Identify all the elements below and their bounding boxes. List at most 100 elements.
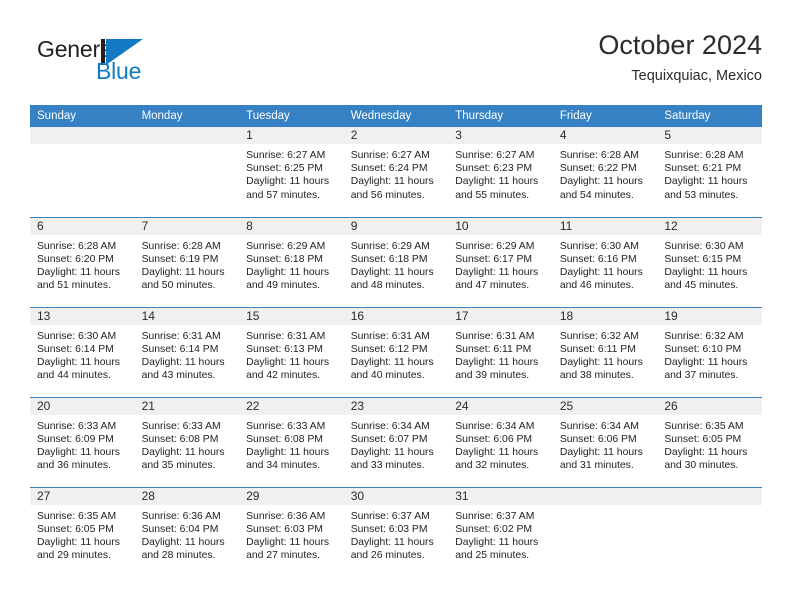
calendar-day-cell[interactable]: 28 Sunrise: 6:36 AM Sunset: 6:04 PM Dayl… [134, 486, 240, 577]
day-details: Sunrise: 6:27 AM Sunset: 6:23 PM Dayligh… [448, 144, 553, 202]
daylight-text-line1: Daylight: 11 hours [37, 446, 120, 458]
sunrise-text: Sunrise: 6:37 AM [455, 510, 535, 522]
daylight-text-line1: Daylight: 11 hours [455, 536, 539, 548]
calendar-day-cell[interactable]: 17 Sunrise: 6:31 AM Sunset: 6:11 PM Dayl… [448, 306, 553, 397]
daylight-text-line1: Daylight: 11 hours [350, 536, 434, 548]
weekday-header-saturday: Saturday [657, 105, 762, 127]
weekday-header-sunday: Sunday [30, 105, 135, 127]
sunrise-text: Sunrise: 6:32 AM [664, 330, 744, 342]
weekday-header-tuesday: Tuesday [239, 105, 344, 127]
calendar-day-cell[interactable]: 27 Sunrise: 6:35 AM Sunset: 6:05 PM Dayl… [30, 486, 135, 577]
calendar-day-cell[interactable] [552, 486, 658, 577]
calendar-day-cell[interactable]: 7 Sunrise: 6:28 AM Sunset: 6:19 PM Dayli… [134, 216, 240, 307]
calendar-day-cell[interactable] [30, 127, 135, 217]
sunset-text: Sunset: 6:23 PM [455, 163, 533, 175]
day-number [552, 487, 658, 505]
calendar-day-cell[interactable]: 14 Sunrise: 6:31 AM Sunset: 6:14 PM Dayl… [134, 306, 240, 397]
sunset-text: Sunset: 6:18 PM [246, 253, 323, 265]
day-details: Sunrise: 6:31 AM Sunset: 6:13 PM Dayligh… [239, 325, 344, 383]
page-subtitle: Tequixquiac, Mexico [631, 68, 762, 84]
sunrise-text: Sunrise: 6:30 AM [559, 240, 639, 252]
daylight-text-line1: Daylight: 11 hours [664, 266, 748, 278]
calendar-day-cell[interactable]: 20 Sunrise: 6:33 AM Sunset: 6:09 PM Dayl… [30, 396, 135, 487]
calendar-day-cell[interactable]: 1 Sunrise: 6:27 AM Sunset: 6:25 PM Dayli… [239, 127, 344, 217]
day-details: Sunrise: 6:32 AM Sunset: 6:11 PM Dayligh… [553, 325, 658, 383]
weekday-header-row: Sunday Monday Tuesday Wednesday Thursday… [30, 105, 762, 127]
daylight-text-line2: and 43 minutes. [141, 370, 216, 382]
sunset-text: Sunset: 6:18 PM [350, 253, 428, 265]
day-details: Sunrise: 6:35 AM Sunset: 6:05 PM Dayligh… [657, 415, 762, 473]
calendar-day-cell[interactable]: 9 Sunrise: 6:29 AM Sunset: 6:18 PM Dayli… [343, 216, 449, 307]
day-details: Sunrise: 6:28 AM Sunset: 6:22 PM Dayligh… [553, 144, 658, 202]
calendar-day-cell[interactable]: 23 Sunrise: 6:34 AM Sunset: 6:07 PM Dayl… [343, 396, 449, 487]
calendar-day-cell[interactable]: 30 Sunrise: 6:37 AM Sunset: 6:03 PM Dayl… [343, 486, 449, 577]
day-details [657, 505, 762, 510]
calendar-day-cell[interactable]: 16 Sunrise: 6:31 AM Sunset: 6:12 PM Dayl… [343, 306, 449, 397]
daylight-text-line2: and 32 minutes. [455, 460, 530, 472]
calendar-day-cell[interactable] [134, 127, 240, 217]
daylight-text-line1: Daylight: 11 hours [455, 266, 539, 278]
calendar-day-cell[interactable]: 21 Sunrise: 6:33 AM Sunset: 6:08 PM Dayl… [134, 396, 240, 487]
calendar-day-cell[interactable]: 29 Sunrise: 6:36 AM Sunset: 6:03 PM Dayl… [239, 486, 344, 577]
sunset-text: Sunset: 6:24 PM [350, 163, 428, 175]
calendar-day-cell[interactable]: 13 Sunrise: 6:30 AM Sunset: 6:14 PM Dayl… [30, 306, 135, 397]
calendar-day-cell[interactable]: 31 Sunrise: 6:37 AM Sunset: 6:02 PM Dayl… [448, 486, 553, 577]
daylight-text-line2: and 55 minutes. [455, 189, 530, 201]
sunset-text: Sunset: 6:05 PM [664, 433, 742, 445]
day-details: Sunrise: 6:34 AM Sunset: 6:07 PM Dayligh… [344, 415, 449, 473]
daylight-text-line2: and 33 minutes. [350, 460, 425, 472]
day-number: 3 [448, 127, 553, 144]
calendar-day-cell[interactable]: 10 Sunrise: 6:29 AM Sunset: 6:17 PM Dayl… [448, 216, 553, 307]
weekday-header-wednesday: Wednesday [343, 105, 449, 127]
day-number: 6 [30, 217, 135, 235]
calendar-week-row: 20 Sunrise: 6:33 AM Sunset: 6:09 PM Dayl… [30, 396, 762, 487]
calendar-day-cell[interactable]: 18 Sunrise: 6:32 AM Sunset: 6:11 PM Dayl… [552, 306, 658, 397]
calendar-day-cell[interactable]: 2 Sunrise: 6:27 AM Sunset: 6:24 PM Dayli… [343, 127, 449, 217]
sunrise-text: Sunrise: 6:31 AM [141, 330, 221, 342]
sunset-text: Sunset: 6:13 PM [246, 343, 323, 355]
day-number: 5 [657, 127, 762, 144]
day-details: Sunrise: 6:28 AM Sunset: 6:20 PM Dayligh… [30, 235, 135, 293]
calendar-day-cell[interactable]: 3 Sunrise: 6:27 AM Sunset: 6:23 PM Dayli… [448, 127, 553, 217]
day-details: Sunrise: 6:36 AM Sunset: 6:04 PM Dayligh… [135, 505, 240, 563]
sunset-text: Sunset: 6:21 PM [664, 163, 742, 175]
daylight-text-line2: and 51 minutes. [37, 280, 111, 292]
calendar-day-cell[interactable]: 22 Sunrise: 6:33 AM Sunset: 6:08 PM Dayl… [239, 396, 344, 487]
day-details: Sunrise: 6:31 AM Sunset: 6:11 PM Dayligh… [448, 325, 553, 383]
day-number: 19 [657, 307, 762, 325]
sunrise-text: Sunrise: 6:34 AM [559, 420, 639, 432]
calendar-day-cell[interactable]: 4 Sunrise: 6:28 AM Sunset: 6:22 PM Dayli… [552, 127, 658, 217]
calendar-day-cell[interactable]: 24 Sunrise: 6:34 AM Sunset: 6:06 PM Dayl… [448, 396, 553, 487]
sunset-text: Sunset: 6:08 PM [141, 433, 219, 445]
daylight-text-line1: Daylight: 11 hours [246, 266, 330, 278]
sunset-text: Sunset: 6:02 PM [455, 523, 533, 535]
daylight-text-line1: Daylight: 11 hours [246, 176, 330, 188]
page-title: October 2024 [598, 30, 762, 60]
sunrise-text: Sunrise: 6:35 AM [37, 510, 117, 522]
sunrise-text: Sunrise: 6:28 AM [559, 150, 639, 161]
daylight-text-line1: Daylight: 11 hours [664, 356, 748, 368]
calendar-day-cell[interactable] [657, 486, 762, 577]
sunrise-text: Sunrise: 6:28 AM [37, 240, 117, 252]
daylight-text-line2: and 54 minutes. [559, 189, 634, 201]
calendar-day-cell[interactable]: 15 Sunrise: 6:31 AM Sunset: 6:13 PM Dayl… [239, 306, 344, 397]
daylight-text-line1: Daylight: 11 hours [559, 266, 643, 278]
calendar-day-cell[interactable]: 6 Sunrise: 6:28 AM Sunset: 6:20 PM Dayli… [30, 216, 135, 307]
calendar-day-cell[interactable]: 19 Sunrise: 6:32 AM Sunset: 6:10 PM Dayl… [657, 306, 762, 397]
day-details [135, 144, 240, 149]
daylight-text-line1: Daylight: 11 hours [246, 446, 330, 458]
day-number: 24 [448, 397, 553, 415]
calendar-week-row: 1 Sunrise: 6:27 AM Sunset: 6:25 PM Dayli… [30, 127, 762, 217]
sunrise-text: Sunrise: 6:29 AM [246, 240, 326, 252]
calendar-day-cell[interactable]: 8 Sunrise: 6:29 AM Sunset: 6:18 PM Dayli… [239, 216, 344, 307]
calendar-day-cell[interactable]: 12 Sunrise: 6:30 AM Sunset: 6:15 PM Dayl… [657, 216, 762, 307]
day-details: Sunrise: 6:29 AM Sunset: 6:17 PM Dayligh… [448, 235, 553, 293]
calendar-day-cell[interactable]: 26 Sunrise: 6:35 AM Sunset: 6:05 PM Dayl… [657, 396, 762, 487]
calendar-day-cell[interactable]: 5 Sunrise: 6:28 AM Sunset: 6:21 PM Dayli… [657, 127, 762, 217]
sunrise-text: Sunrise: 6:34 AM [455, 420, 535, 432]
brand-logo[interactable]: General Blue [37, 36, 207, 94]
day-number: 31 [448, 487, 553, 505]
calendar-day-cell[interactable]: 25 Sunrise: 6:34 AM Sunset: 6:06 PM Dayl… [552, 396, 658, 487]
daylight-text-line2: and 27 minutes. [246, 550, 321, 562]
calendar-day-cell[interactable]: 11 Sunrise: 6:30 AM Sunset: 6:16 PM Dayl… [552, 216, 658, 307]
